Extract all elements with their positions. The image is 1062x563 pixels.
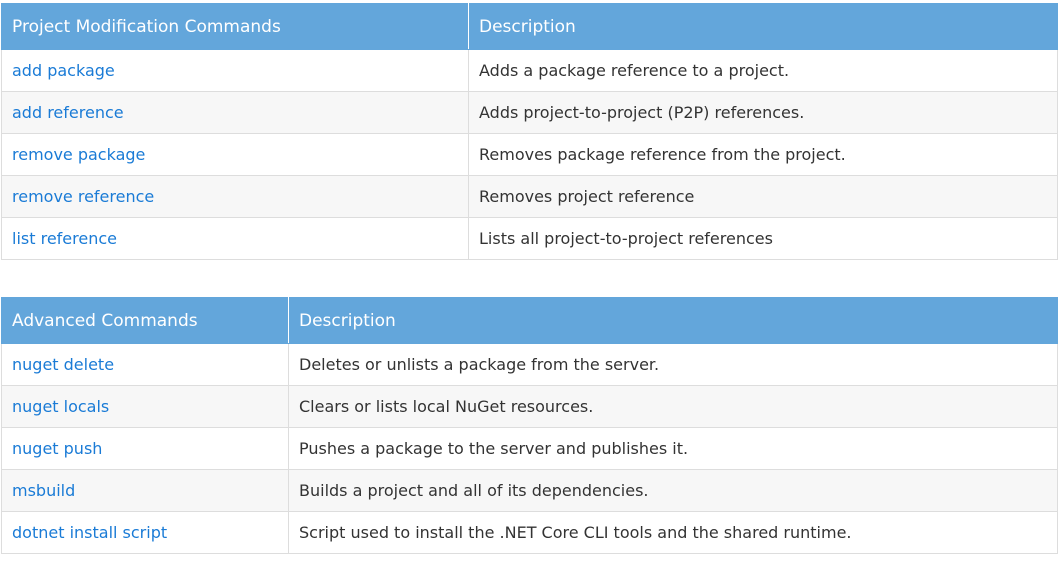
description-cell: Clears or lists local NuGet resources. <box>288 385 1058 428</box>
table-header-row: Advanced Commands Description <box>1 297 1058 344</box>
command-cell: remove package <box>1 133 469 176</box>
description-cell: Adds a package reference to a project. <box>468 49 1058 92</box>
command-link[interactable]: nuget locals <box>12 397 109 416</box>
table-row: remove package Removes package reference… <box>1 133 1058 176</box>
description-cell: Removes project reference <box>468 175 1058 218</box>
table-row: add reference Adds project-to-project (P… <box>1 91 1058 134</box>
command-link[interactable]: add reference <box>12 103 124 122</box>
table-header-row: Project Modification Commands Descriptio… <box>1 3 1058 50</box>
command-cell: dotnet install script <box>1 511 289 554</box>
command-link[interactable]: list reference <box>12 229 117 248</box>
description-cell: Pushes a package to the server and publi… <box>288 427 1058 470</box>
table-row: nuget push Pushes a package to the serve… <box>1 427 1058 470</box>
command-link[interactable]: add package <box>12 61 115 80</box>
column-header-command: Project Modification Commands <box>1 3 469 50</box>
command-link[interactable]: remove package <box>12 145 145 164</box>
advanced-commands-table: Advanced Commands Description nuget dele… <box>1 297 1058 554</box>
table-row: nuget delete Deletes or unlists a packag… <box>1 343 1058 386</box>
table-row: list reference Lists all project-to-proj… <box>1 217 1058 260</box>
table-row: remove reference Removes project referen… <box>1 175 1058 218</box>
command-cell: msbuild <box>1 469 289 512</box>
table-row: dotnet install script Script used to ins… <box>1 511 1058 554</box>
command-cell: remove reference <box>1 175 469 218</box>
column-header-description: Description <box>288 297 1058 344</box>
description-cell: Deletes or unlists a package from the se… <box>288 343 1058 386</box>
table-row: add package Adds a package reference to … <box>1 49 1058 92</box>
command-link[interactable]: dotnet install script <box>12 523 167 542</box>
description-cell: Builds a project and all of its dependen… <box>288 469 1058 512</box>
description-cell: Lists all project-to-project references <box>468 217 1058 260</box>
command-cell: nuget delete <box>1 343 289 386</box>
command-link[interactable]: nuget delete <box>12 355 114 374</box>
table-row: nuget locals Clears or lists local NuGet… <box>1 385 1058 428</box>
command-cell: add reference <box>1 91 469 134</box>
description-cell: Removes package reference from the proje… <box>468 133 1058 176</box>
command-cell: list reference <box>1 217 469 260</box>
column-header-description: Description <box>468 3 1058 50</box>
command-link[interactable]: remove reference <box>12 187 154 206</box>
command-cell: add package <box>1 49 469 92</box>
command-link[interactable]: nuget push <box>12 439 102 458</box>
column-header-command: Advanced Commands <box>1 297 289 344</box>
table-row: msbuild Builds a project and all of its … <box>1 469 1058 512</box>
command-cell: nuget locals <box>1 385 289 428</box>
command-cell: nuget push <box>1 427 289 470</box>
project-modification-commands-table: Project Modification Commands Descriptio… <box>1 3 1058 260</box>
description-cell: Script used to install the .NET Core CLI… <box>288 511 1058 554</box>
command-link[interactable]: msbuild <box>12 481 75 500</box>
description-cell: Adds project-to-project (P2P) references… <box>468 91 1058 134</box>
